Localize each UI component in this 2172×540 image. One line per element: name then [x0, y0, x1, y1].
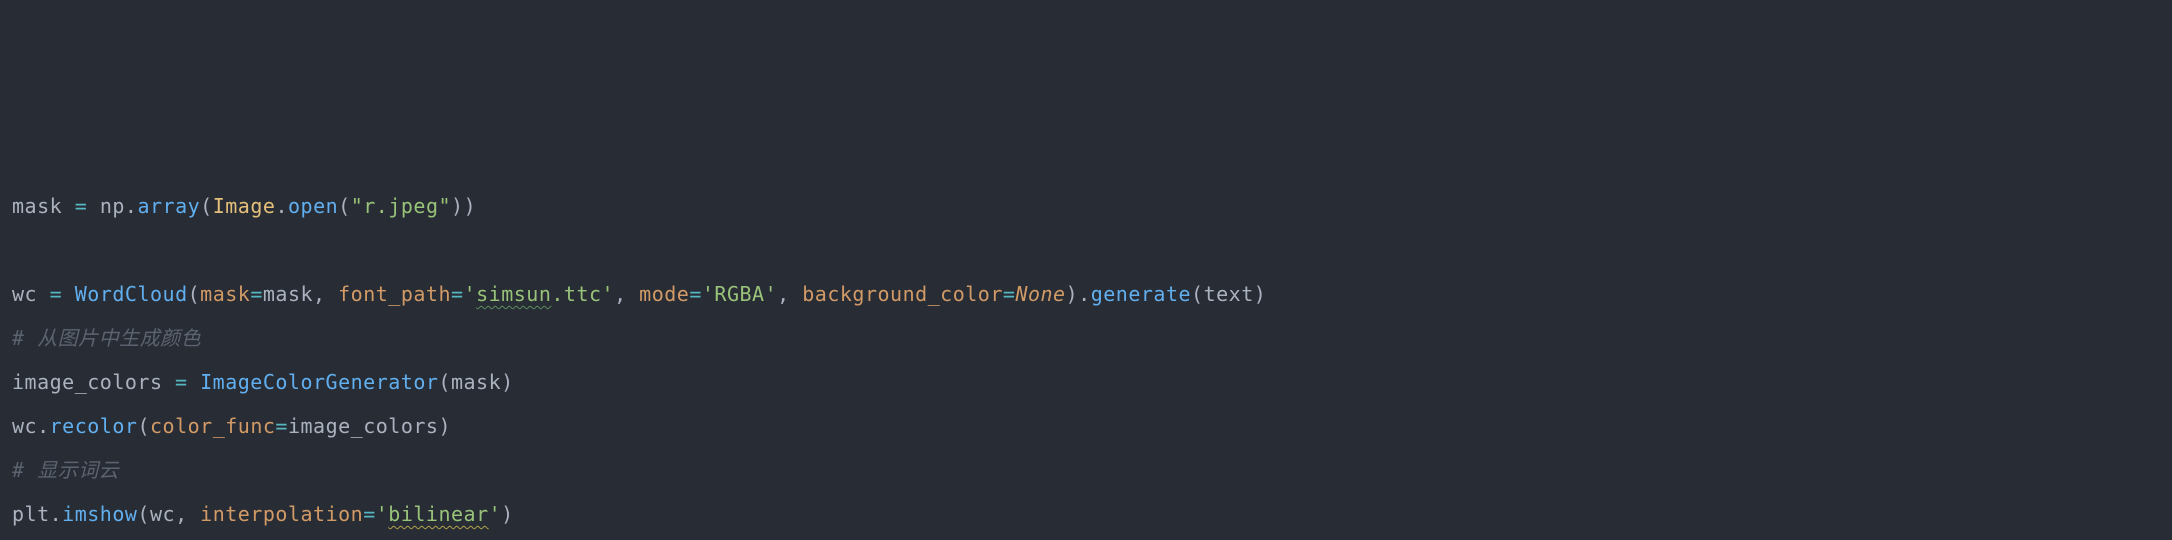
comment: # 从图片中生成颜色	[12, 326, 201, 350]
variable: mask	[451, 370, 501, 394]
comment: # 显示词云	[12, 458, 119, 482]
space	[87, 194, 100, 218]
paren-close: )	[464, 194, 477, 218]
dot: .	[37, 414, 50, 438]
variable: image_colors	[12, 370, 163, 394]
assign-op: =	[1003, 282, 1016, 306]
func-recolor: recolor	[50, 414, 138, 438]
paren-open: (	[188, 282, 201, 306]
code-line-2[interactable]: wc = WordCloud(mask=mask, font_path='sim…	[12, 272, 2160, 316]
code-line-1[interactable]: mask = np.array(Image.open("r.jpeg"))	[12, 184, 2160, 228]
code-line-6[interactable]: # 显示词云	[12, 448, 2160, 492]
assign-op: =	[275, 414, 288, 438]
string-literal: 'RGBA'	[702, 282, 777, 306]
assign-op: =	[175, 370, 188, 394]
string-literal: "r.jpeg"	[351, 194, 451, 218]
string-literal: .ttc'	[551, 282, 614, 306]
paren-close: )	[501, 370, 514, 394]
paren-open: (	[137, 502, 150, 526]
quote: '	[464, 282, 477, 306]
variable: text	[1204, 282, 1254, 306]
assign-op: =	[50, 282, 63, 306]
none-literal: None	[1015, 282, 1065, 306]
func-generate: generate	[1091, 282, 1191, 306]
code-line-3[interactable]: # 从图片中生成颜色	[12, 316, 2160, 360]
space	[62, 194, 75, 218]
dot: .	[125, 194, 138, 218]
assign-op: =	[250, 282, 263, 306]
blank-line[interactable]	[12, 228, 2160, 272]
paren-open: (	[338, 194, 351, 218]
class-image: Image	[213, 194, 276, 218]
variable: mask	[12, 194, 62, 218]
kwarg-mode: mode	[639, 282, 689, 306]
func-open: open	[288, 194, 338, 218]
quote: '	[489, 502, 502, 526]
module-np: np	[100, 194, 125, 218]
paren-open: (	[1191, 282, 1204, 306]
code-line-8[interactable]: plt.axis("off")	[12, 536, 2160, 540]
paren-open: (	[137, 414, 150, 438]
assign-op: =	[363, 502, 376, 526]
kwarg-interpolation: interpolation	[200, 502, 363, 526]
paren-close: )	[438, 414, 451, 438]
kwarg-font-path: font_path	[338, 282, 451, 306]
kwarg-mask: mask	[200, 282, 250, 306]
paren-close: )	[451, 194, 464, 218]
paren-close: )	[501, 502, 514, 526]
assign-op: =	[75, 194, 88, 218]
module-plt: plt	[12, 502, 50, 526]
variable: wc	[12, 414, 37, 438]
paren-open: (	[438, 370, 451, 394]
func-imshow: imshow	[62, 502, 137, 526]
quote: '	[376, 502, 389, 526]
func-wordcloud: WordCloud	[75, 282, 188, 306]
space	[163, 370, 176, 394]
comma: ,	[614, 282, 639, 306]
func-imagecolorgenerator: ImageColorGenerator	[200, 370, 438, 394]
space	[188, 370, 201, 394]
dot: .	[275, 194, 288, 218]
assign-op: =	[451, 282, 464, 306]
code-line-5[interactable]: wc.recolor(color_func=image_colors)	[12, 404, 2160, 448]
lint-wavy-simsun: simsun	[476, 282, 551, 306]
code-line-4[interactable]: image_colors = ImageColorGenerator(mask)	[12, 360, 2160, 404]
variable: wc	[12, 282, 37, 306]
kwarg-background-color: background_color	[802, 282, 1003, 306]
space	[37, 282, 50, 306]
comma: ,	[175, 502, 200, 526]
variable: wc	[150, 502, 175, 526]
assign-op: =	[689, 282, 702, 306]
code-line-7[interactable]: plt.imshow(wc, interpolation='bilinear')	[12, 492, 2160, 536]
paren-close: )	[1066, 282, 1079, 306]
comma: ,	[313, 282, 338, 306]
lint-wavy-bilinear: bilinear	[388, 502, 488, 526]
variable: image_colors	[288, 414, 439, 438]
paren-close: )	[1254, 282, 1267, 306]
variable: mask	[263, 282, 313, 306]
comma: ,	[777, 282, 802, 306]
func-array: array	[137, 194, 200, 218]
paren-open: (	[200, 194, 213, 218]
space	[62, 282, 75, 306]
dot: .	[50, 502, 63, 526]
dot: .	[1078, 282, 1091, 306]
kwarg-color-func: color_func	[150, 414, 275, 438]
